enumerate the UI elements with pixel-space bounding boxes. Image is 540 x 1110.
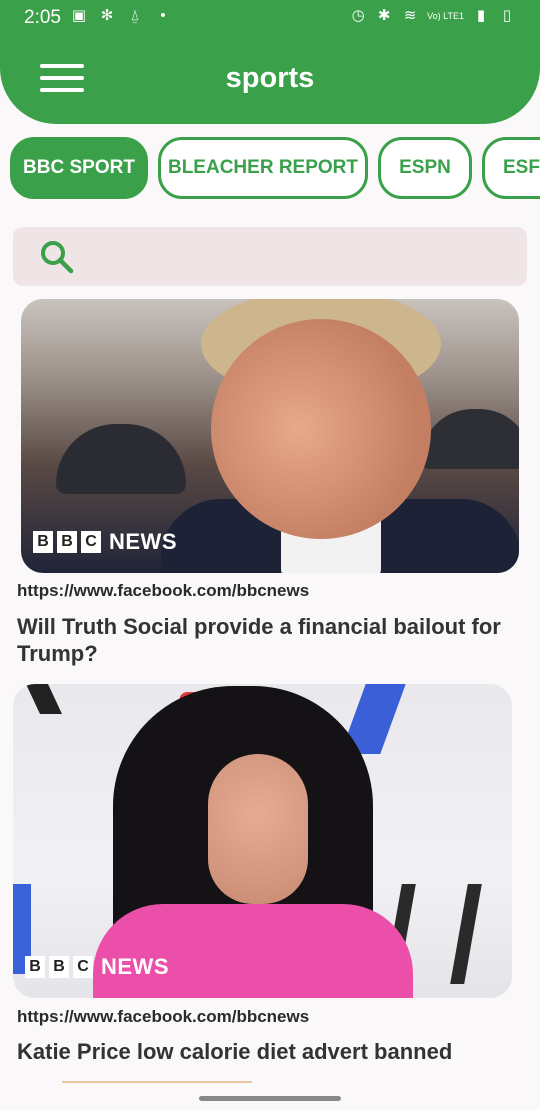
wifi-icon: ≋ [403,7,417,24]
image-detail [26,684,62,714]
status-icons-left: ▣ ✻ ⍙ • [70,7,172,25]
search-input[interactable] [93,239,513,275]
tab-esf[interactable]: ESF [482,137,540,199]
clock-icon: ◷ [351,7,365,24]
status-bar: 2:05 ▣ ✻ ⍙ • ◷ ✱ ≋ Vo) LTE1 ▮ ▯ [0,0,540,34]
tab-bbc-sport[interactable]: BBC SPORT [10,137,148,199]
signal-icon: ▮ [476,7,486,24]
app-header: 2:05 ▣ ✻ ⍙ • ◷ ✱ ≋ Vo) LTE1 ▮ ▯ sports [0,0,540,124]
bbc-news-logo: B B C NEWS [25,954,169,980]
status-time: 2:05 [24,7,61,28]
search-icon[interactable] [39,239,75,275]
logo-text: NEWS [109,529,177,554]
image-detail [93,904,413,998]
article-image[interactable]: B B C NEWS [21,299,519,573]
fan-icon: ✻ [100,7,114,24]
search-bar[interactable] [13,227,527,286]
logo-box: C [81,531,101,553]
logo-text: NEWS [101,954,169,979]
dot-icon: • [160,7,166,24]
logo-box: B [33,531,53,553]
article-title[interactable]: Katie Price low calorie diet advert bann… [17,1038,517,1065]
image-detail [211,319,431,539]
article-url[interactable]: https://www.facebook.com/bbcnews [17,581,309,601]
network-label: Vo) LTE1 [427,10,464,21]
logo-box: B [49,956,69,978]
article-url[interactable]: https://www.facebook.com/bbcnews [17,1007,309,1027]
article-image[interactable]: B B C NEWS [13,684,512,998]
article-card[interactable]: B B C NEWS https://www.facebook.com/bbcn… [0,684,540,1084]
bbc-news-logo: B B C NEWS [33,529,177,555]
app-screen: 2:05 ▣ ✻ ⍙ • ◷ ✱ ≋ Vo) LTE1 ▮ ▯ sports B [0,0,540,1110]
tab-bleacher-report[interactable]: BLEACHER REPORT [158,137,368,199]
home-indicator[interactable] [199,1096,341,1101]
logo-box: B [57,531,77,553]
tab-espn[interactable]: ESPN [378,137,472,199]
status-icons-right: ◷ ✱ ≋ Vo) LTE1 ▮ ▯ [349,7,516,25]
article-card[interactable]: B B C NEWS https://www.facebook.com/bbcn… [0,299,540,679]
alarm-icon: ⍙ [130,7,140,24]
image-detail [56,424,186,494]
page-title: sports [225,62,315,94]
battery-icon: ▯ [502,7,512,24]
image-detail [421,409,519,469]
gallery-icon: ▣ [71,7,87,24]
image-detail [208,754,308,904]
logo-box: C [73,956,93,978]
bluetooth-icon: ✱ [377,7,391,24]
loading-divider [62,1081,252,1083]
source-tabs: BBC SPORT BLEACHER REPORT ESPN ESF [10,137,540,201]
logo-box: B [25,956,45,978]
article-title[interactable]: Will Truth Social provide a financial ba… [17,613,517,667]
